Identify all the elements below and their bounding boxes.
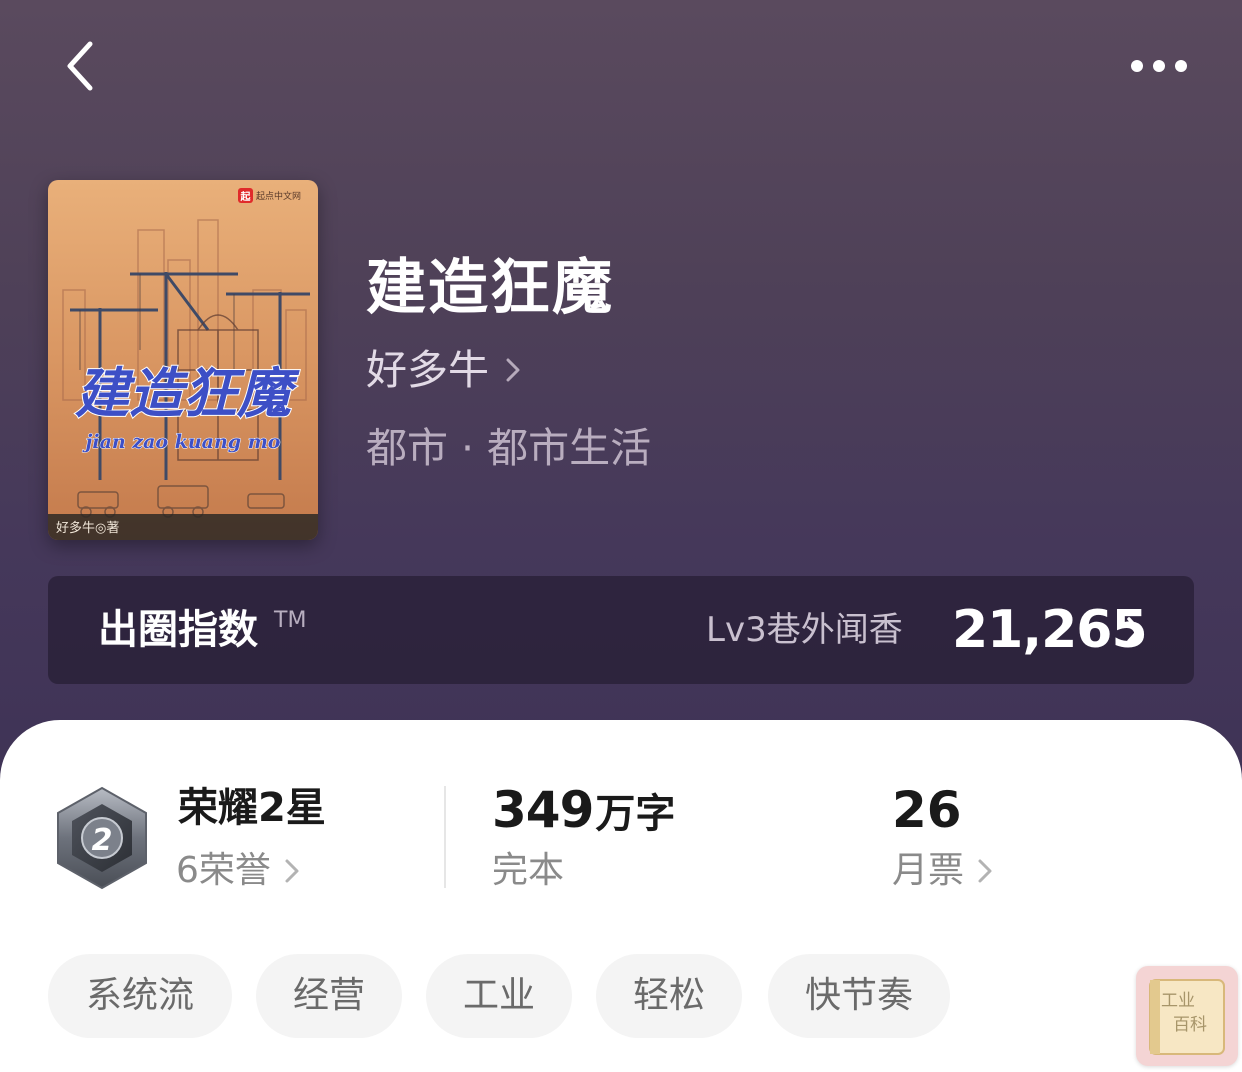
more-horizontal-icon [1131,60,1187,72]
cover-title-art: 建造狂魔 [75,361,300,425]
trademark-mark: TM [274,608,307,633]
chevron-right-icon [506,358,520,382]
word-count-number: 349 [492,781,594,839]
book-title: 建造狂魔 [366,253,614,323]
completion-status: 完本 [492,850,565,891]
cover-pinyin: jian zao kuang mo [81,431,280,453]
monthly-votes-link[interactable]: 月票 [892,844,994,898]
book-genre: 都市 · 都市生活 [366,424,652,472]
cover-publisher-mark: 起点中文网 [256,190,301,202]
stat-divider [444,786,446,888]
author-name: 好多牛 [366,346,489,394]
honor-title: 荣耀2星 [178,785,326,831]
svg-text:起: 起 [240,190,252,203]
more-button[interactable] [1120,48,1200,84]
monthly-votes-number: 26 [892,781,962,839]
watermark-line1: 工业 [1161,991,1195,1011]
index-label: 出圈指数 [98,607,258,653]
honor-badge-icon: 2 [50,784,154,892]
chevron-left-icon [67,41,93,91]
tag-chip[interactable]: 经营 [256,954,402,1038]
author-link[interactable]: 好多牛 [366,340,523,400]
tag-chip[interactable]: 系统流 [48,954,232,1038]
word-count: 349 万字 [492,778,675,842]
index-level: Lv3巷外闻香 [706,610,903,650]
back-button[interactable] [58,38,108,94]
watermark-logo: 工业 百科 [1136,966,1238,1066]
word-count-unit: 万字 [595,791,676,837]
tag-chip[interactable]: 工业 [426,954,572,1038]
tag-chip[interactable]: 快节奏 [768,954,950,1038]
honor-link[interactable]: 6荣誉 [176,844,301,898]
index-value: 21,265 [952,600,1148,660]
tag-chip[interactable]: 轻松 [596,954,742,1038]
chevron-right-icon [285,859,299,883]
chevron-right-icon [978,859,992,883]
popularity-index-bar[interactable]: 出圈指数 TM Lv3巷外闻香 21,265 [48,576,1194,684]
chevron-right-icon [1127,617,1141,643]
cover-author-credit: 好多牛◎著 [56,520,119,536]
book-cover-art: 起 起点中文网 建造狂魔 jian zao kuang mo 好多牛◎著 [48,180,318,540]
honor-badge-number: 2 [92,823,113,858]
book-cover[interactable]: 起 起点中文网 建造狂魔 jian zao kuang mo 好多牛◎著 [48,180,318,540]
watermark-line2: 百科 [1173,1015,1207,1035]
honor-count: 6荣誉 [176,850,271,891]
monthly-votes-label: 月票 [892,850,965,891]
